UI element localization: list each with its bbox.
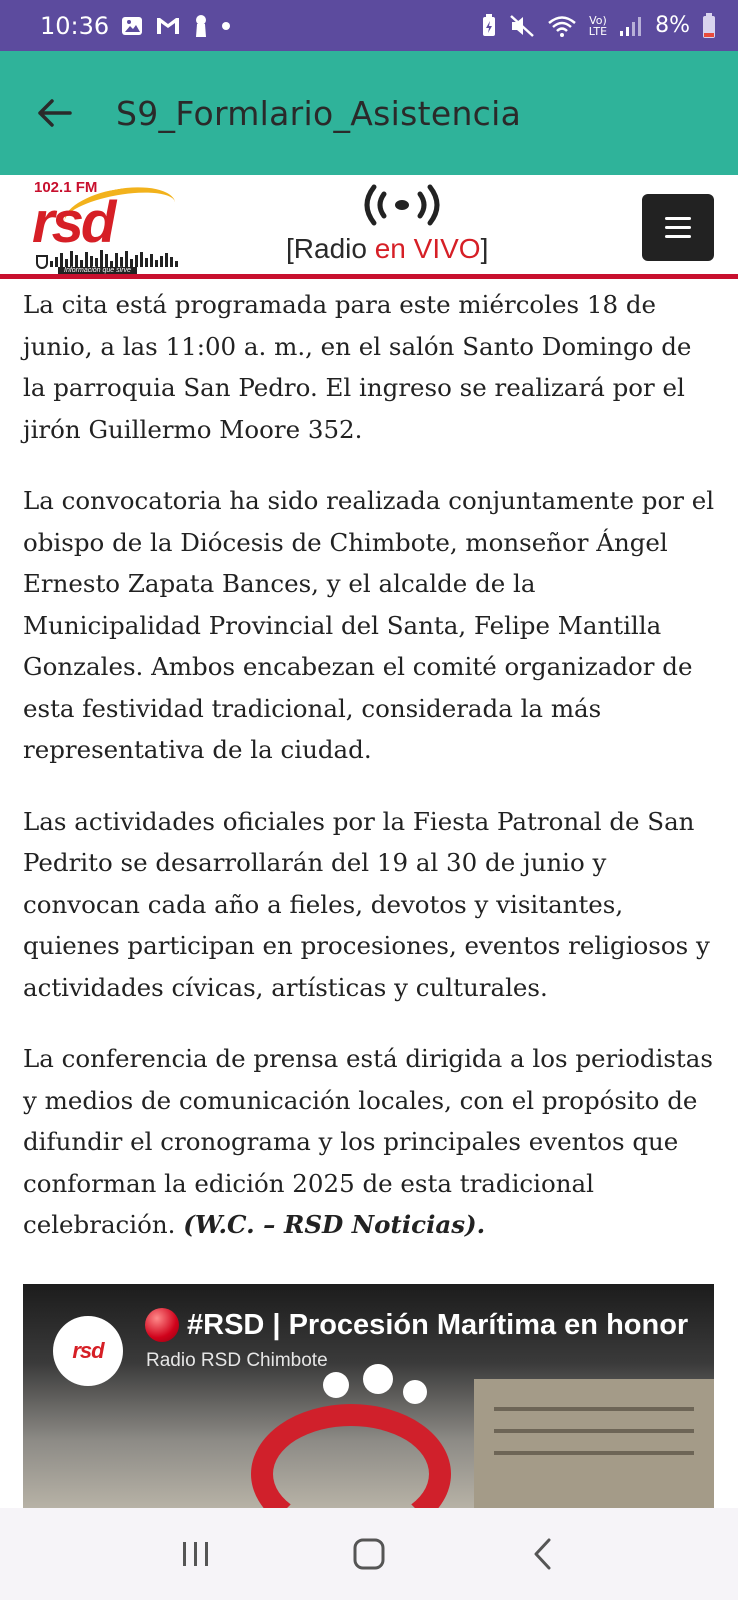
red-circle-icon xyxy=(145,1308,179,1342)
video-thumbnail-flower xyxy=(403,1380,427,1404)
back-nav-button[interactable] xyxy=(507,1524,577,1584)
recent-apps-icon xyxy=(183,1542,209,1566)
equalizer-bars xyxy=(50,249,178,267)
dot-icon xyxy=(221,21,231,31)
channel-avatar[interactable]: rsd xyxy=(53,1316,123,1386)
logo-tagline: Información que sirve xyxy=(58,267,137,274)
arrow-left-icon xyxy=(38,99,72,127)
video-thumbnail-flower xyxy=(323,1372,349,1398)
video-thumbnail-wreath xyxy=(251,1404,451,1508)
video-thumbnail-building xyxy=(474,1379,714,1508)
app-title: S9_Formlario_Asistencia xyxy=(116,93,522,133)
home-icon xyxy=(353,1538,385,1570)
wifi-icon xyxy=(547,14,577,38)
video-title[interactable]: #RSD | Procesión Marítima en honor xyxy=(145,1308,714,1342)
article-body: La cita está programada para este miérco… xyxy=(23,284,718,1276)
chevron-left-icon xyxy=(534,1538,551,1570)
radio-en-vivo-link[interactable]: [Radio en VIVO] xyxy=(284,181,534,273)
battery-saver-icon xyxy=(481,13,497,38)
site-header: 102.1 FM rsd Información que sirve [Radi… xyxy=(0,175,738,279)
gallery-icon xyxy=(121,15,143,37)
broadcast-icon xyxy=(364,184,440,226)
article-paragraph: La convocatoria ha sido realizada conjun… xyxy=(23,486,715,764)
battery-icon xyxy=(702,12,716,39)
system-nav-bar xyxy=(0,1508,738,1600)
menu-bar-icon xyxy=(665,235,691,238)
hamburger-menu-button[interactable] xyxy=(642,194,714,261)
video-channel-name[interactable]: Radio RSD Chimbote xyxy=(146,1350,328,1372)
gmail-icon xyxy=(155,16,181,36)
back-button[interactable] xyxy=(24,83,84,143)
status-bar: 10:36 Vo) LTE 8% xyxy=(0,0,738,51)
menu-bar-icon xyxy=(665,226,691,229)
battery-percent: 8% xyxy=(655,13,690,38)
article-paragraph-last: La conferencia de prensa está dirigida a… xyxy=(23,1044,713,1239)
video-embed[interactable]: rsd #RSD | Procesión Marítima en honor R… xyxy=(23,1284,714,1508)
signal-icon xyxy=(619,15,643,37)
volte-icon: Vo) LTE xyxy=(588,13,608,38)
home-button[interactable] xyxy=(334,1524,404,1584)
recent-apps-button[interactable] xyxy=(161,1524,231,1584)
header-divider xyxy=(0,274,738,279)
article-credit: (W.C. – RSD Noticias). xyxy=(183,1210,486,1239)
mute-icon xyxy=(509,14,535,38)
rsd-logo[interactable]: 102.1 FM rsd Información que sirve xyxy=(24,179,180,275)
keyhole-icon xyxy=(193,14,209,38)
app-bar: S9_Formlario_Asistencia xyxy=(0,51,738,175)
shield-icon xyxy=(36,255,48,269)
status-time: 10:36 xyxy=(40,11,110,40)
logo-wordmark: rsd xyxy=(32,190,116,255)
radio-label: [Radio en VIVO] xyxy=(286,233,489,264)
menu-bar-icon xyxy=(665,217,691,220)
video-thumbnail-flower xyxy=(363,1364,393,1394)
article-paragraph: La cita está programada para este miérco… xyxy=(23,290,692,444)
article-paragraph: Las actividades oficiales por la Fiesta … xyxy=(23,806,710,1002)
